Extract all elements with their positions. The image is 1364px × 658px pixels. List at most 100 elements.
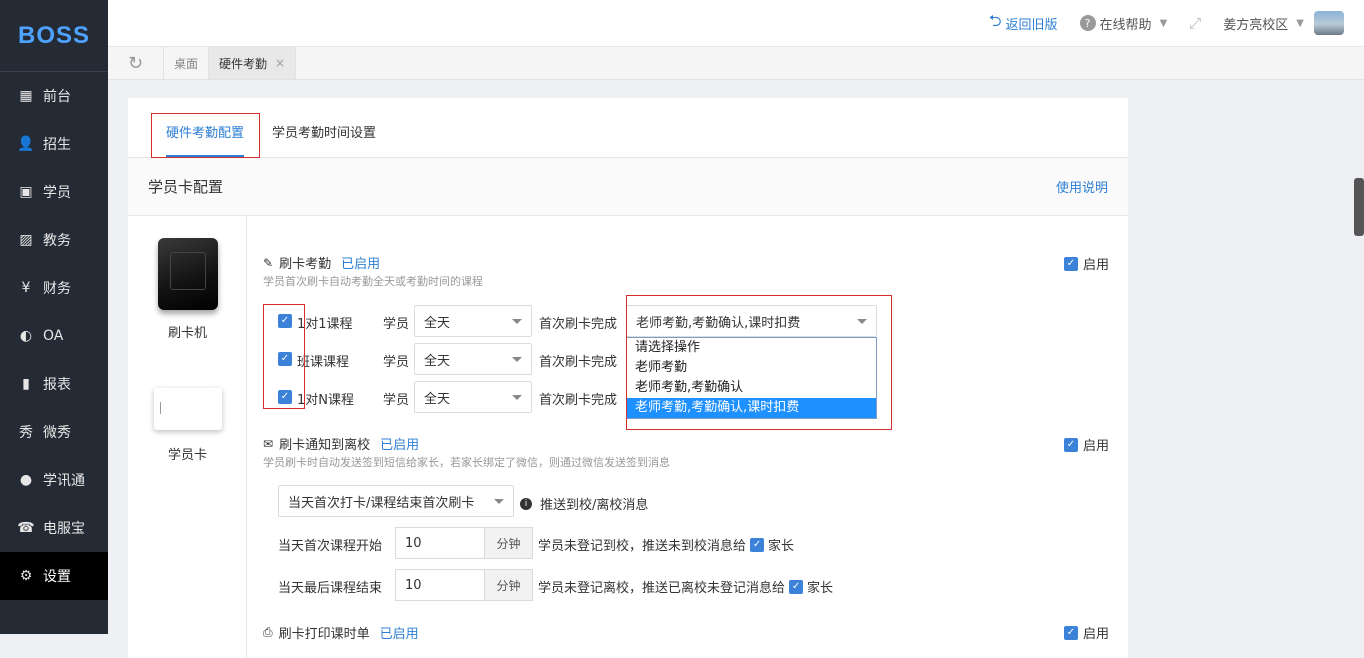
sidebar-item-1[interactable]: 👤 招生 (0, 120, 108, 168)
sidebar-item-3[interactable]: ▨ 教务 (0, 216, 108, 264)
tab-label: 硬件考勤 (219, 56, 268, 71)
start-label: 当天首次课程开始 (278, 539, 383, 554)
close-icon[interactable]: × (275, 56, 285, 70)
sidebar-item-label: 招生 (43, 137, 71, 153)
picture-icon: ▨ (19, 232, 33, 248)
refresh-button[interactable]: ↻ (108, 47, 164, 79)
usage-help-link[interactable]: 使用说明 (1056, 177, 1108, 196)
end-notice: 学员未登记离校，推送已离校未登记消息给 ✓ 家长 (538, 577, 833, 596)
online-help-menu[interactable]: ? 在线帮助 ▼ (1079, 14, 1168, 33)
scrollbar[interactable] (1354, 178, 1364, 236)
push-info: i 推送到校/离校消息 (520, 494, 648, 513)
role-label: 学员 (383, 317, 410, 332)
sidebar-item-9[interactable]: ☎ 电服宝 (0, 504, 108, 552)
role-label: 学员 (383, 355, 410, 370)
sidebar-item-7[interactable]: 秀微秀 (0, 408, 108, 456)
feature-title: 刷卡打印课时单 (278, 627, 370, 642)
back-old-version-link[interactable]: ⮌ 返回旧版 (989, 10, 1058, 37)
status-badge: 已启用 (379, 627, 419, 642)
avatar[interactable] (1314, 11, 1344, 35)
sidebar-item-label: 微秀 (43, 425, 71, 441)
gear-icon: ⚙ (19, 568, 33, 584)
campus-menu[interactable]: 姜方亮校区 ▼ (1223, 11, 1344, 35)
action-label: 首次刷卡完成 (539, 355, 618, 370)
unit-label: 分钟 (484, 570, 532, 600)
notify-enable-checkbox[interactable]: ✓ 启用 (1064, 435, 1109, 454)
wei-icon: 秀 (19, 425, 33, 441)
printer-icon: ⎙ (263, 625, 273, 639)
online-help-label: 在线帮助 (1099, 17, 1152, 33)
select-value: 全天 (424, 391, 451, 407)
check-icon: ✓ (1064, 437, 1078, 452)
sidebar-item-label: 学员 (43, 185, 71, 201)
scope-select[interactable]: 全天 (414, 381, 532, 413)
status-badge: 已启用 (341, 257, 381, 272)
sidebar-item-label: OA (43, 328, 64, 344)
nav-list: ▦ 前台 👤 招生 ▣ 学员 ▨ 教务 ¥ 财务 ◐ OA ▮ 报表秀微秀 ● 学讯通 ☎ 电服宝 ⚙ 设置 (0, 72, 108, 600)
expand-icon: ⤢ (1189, 14, 1202, 32)
swipe-enable-checkbox[interactable]: ✓ 启用 (1064, 254, 1109, 273)
sidebar-item-label: 财务 (43, 281, 71, 297)
select-value: 当天首次打卡/课程结束首次刷卡 (288, 495, 475, 511)
page-tabs: ↻ 桌面 硬件考勤 × (108, 47, 1364, 80)
top-bar: ⮌ 返回旧版 ? 在线帮助 ▼ ⤢ 姜方亮校区 ▼ (108, 0, 1364, 47)
caret-down-icon: ▼ (1159, 17, 1168, 29)
notify-title: ✉ 刷卡通知到离校 已启用 (263, 434, 419, 454)
enable-label: 启用 (1083, 439, 1110, 454)
caret-down-icon (512, 319, 522, 324)
print-title: ⎙ 刷卡打印课时单 已启用 (263, 623, 419, 642)
question-icon: ? (1079, 15, 1096, 31)
sidebar-item-2[interactable]: ▣ 学员 (0, 168, 108, 216)
tab-attendance-time[interactable]: 学员考勤时间设置 (258, 122, 390, 157)
sidebar-item-6[interactable]: ▮ 报表 (0, 360, 108, 408)
caret-down-icon (512, 395, 522, 400)
check-icon: ✓ (1064, 625, 1078, 640)
parent-end-checkbox[interactable]: ✓ (789, 579, 804, 594)
yen-icon: ¥ (21, 280, 31, 296)
parent-label: 家长 (807, 581, 834, 596)
print-enable-checkbox[interactable]: ✓ 启用 (1064, 623, 1109, 642)
scope-select[interactable]: 全天 (414, 305, 532, 337)
sidebar-item-4[interactable]: ¥ 财务 (0, 264, 108, 312)
bar-chart-icon: ▮ (22, 376, 30, 392)
section-title: 学员卡配置 (148, 178, 224, 196)
course-label: 1对N课程 (297, 393, 354, 408)
fullscreen-button[interactable]: ⤢ (1189, 14, 1201, 32)
sidebar-item-label: 电服宝 (43, 521, 85, 537)
id-card-icon: ▣ (19, 184, 33, 200)
parent-start-checkbox[interactable]: ✓ (750, 537, 765, 552)
scope-select[interactable]: 全天 (414, 343, 532, 375)
refresh-icon: ↻ (127, 52, 144, 74)
section-header: 学员卡配置 使用说明 (128, 158, 1128, 216)
sidebar-item-label: 报表 (43, 377, 71, 393)
feature-desc: 学员首次刷卡自动考勤全天或考勤时间的课程 (263, 275, 483, 288)
input-value: 10 (405, 577, 422, 593)
parent-label: 家长 (768, 539, 795, 554)
sidebar-item-8[interactable]: ● 学讯通 (0, 456, 108, 504)
feature-title: 刷卡通知到离校 (279, 438, 371, 453)
edit-icon: ✎ (263, 255, 274, 270)
toggle-icon: ◐ (19, 328, 33, 344)
sidebar-item-5[interactable]: ◐ OA (0, 312, 108, 360)
unit-label: 分钟 (484, 528, 532, 558)
sidebar: BOSS ▦ 前台 👤 招生 ▣ 学员 ▨ 教务 ¥ 财务 ◐ OA ▮ 报表秀微秀 ● 学讯通 ☎ 电服宝 ⚙ 设置 (0, 0, 108, 634)
card-reader-image (157, 238, 218, 310)
sidebar-item-label: 前台 (43, 89, 71, 105)
start-minutes-input[interactable]: 10 分钟 (395, 527, 533, 559)
end-minutes-input[interactable]: 10 分钟 (395, 569, 533, 601)
user-add-icon: 👤 (17, 136, 35, 152)
phone-icon: ☎ (17, 520, 35, 536)
student-card-device: 学员卡 (128, 388, 247, 463)
tab-desktop[interactable]: 桌面 (164, 47, 210, 79)
tab-hardware-attendance[interactable]: 硬件考勤 × (209, 47, 297, 79)
caret-down-icon (494, 499, 504, 504)
sidebar-item-label: 设置 (43, 569, 71, 585)
student-card-image (153, 388, 222, 430)
sidebar-item-0[interactable]: ▦ 前台 (0, 72, 108, 120)
sidebar-item-10[interactable]: ⚙ 设置 (0, 552, 108, 600)
input-value: 10 (405, 535, 422, 551)
undo-icon: ⮌ (988, 10, 1002, 30)
select-value: 全天 (424, 353, 451, 369)
end-label: 当天最后课程结束 (278, 581, 383, 596)
notify-mode-select[interactable]: 当天首次打卡/课程结束首次刷卡 (278, 485, 514, 517)
